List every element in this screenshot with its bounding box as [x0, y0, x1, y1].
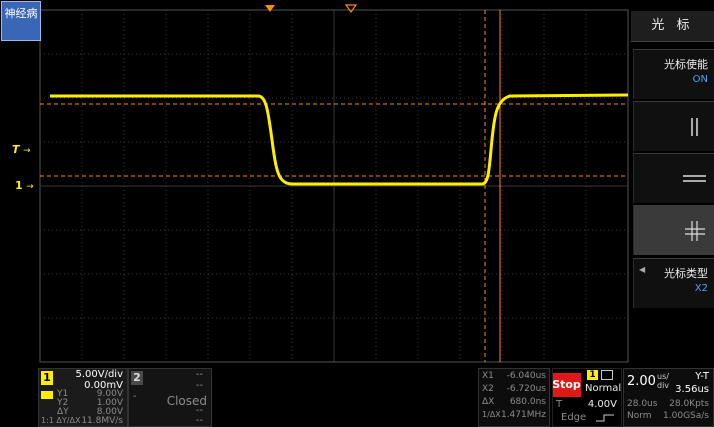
- channel1-marker-arrow: →: [26, 182, 34, 192]
- timebase-scale: 2.00: [627, 374, 656, 389]
- inv-dx-value: 1.471MHz: [500, 410, 546, 420]
- x1-value: -6.040us: [506, 371, 546, 381]
- channel1-coupling-icon: [41, 391, 53, 399]
- channel2-badge: 2: [131, 371, 143, 385]
- cursor-enable-value: ON: [692, 74, 708, 85]
- channel2-line1: --: [195, 369, 203, 380]
- x1-label: X1: [482, 371, 494, 381]
- timebase-unit-bottom: div: [657, 381, 670, 390]
- center-position-icon: [344, 4, 358, 14]
- cursor-vertical-button[interactable]: [633, 101, 714, 151]
- rising-edge-icon: [596, 414, 614, 422]
- trigger-source-badge: 1: [587, 370, 598, 380]
- x2-label: X2: [482, 384, 494, 394]
- acquire-mode: Norm: [627, 411, 652, 421]
- trigger-position-icon: [265, 5, 275, 12]
- trigger-level: 4.00V: [587, 399, 617, 410]
- cursor-type-button[interactable]: ◀ 光标类型 X2: [633, 258, 714, 308]
- graticule: [39, 9, 629, 363]
- status-bar: 1 5.00V/div 0.00mV Y1 9.00V Y2 1.00V ΔY …: [0, 368, 714, 427]
- menu-title: 光 标: [631, 11, 714, 42]
- channel2-line2: --: [195, 380, 203, 391]
- channel1-trace: [50, 93, 629, 186]
- channel1-marker-label: 1: [15, 179, 23, 192]
- cursor-type-value: X2: [694, 283, 708, 294]
- time-value: 3.56us: [675, 384, 709, 395]
- timebase-panel[interactable]: 2.00 us/ div Y-T 3.56us 28.0us 28.0Kpts …: [623, 368, 714, 427]
- vertical-cursor-icon: [691, 118, 698, 136]
- display-mode: Y-T: [695, 371, 709, 382]
- sample-rate: 1.00GSa/s: [663, 411, 709, 421]
- channel1-badge: 1: [41, 371, 53, 385]
- dx-value: 680.0ns: [509, 397, 546, 407]
- trigger-panel[interactable]: 1 Normal T 4.00V Edge: [552, 368, 622, 427]
- memory-depth: 28.0Kpts: [669, 399, 709, 409]
- cursor-horizontal-button[interactable]: [633, 153, 714, 203]
- cursor-type-label: 光标类型: [664, 267, 708, 280]
- ratio-value: 11.8MV/s: [81, 416, 123, 426]
- trigger-settings-icon: [601, 370, 613, 380]
- waveform-display[interactable]: [0, 0, 630, 368]
- horizontal-cursor-icon: [683, 175, 706, 182]
- cursor-enable-label: 光标使能: [664, 58, 708, 71]
- timebase-delay: 28.0us: [627, 399, 658, 409]
- logo: 神经病: [1, 1, 41, 41]
- channel1-offset-marker[interactable]: 1 →: [15, 179, 34, 192]
- cursor-menu: 光 标 光标使能 ON ◀ 光标类型 X2: [631, 11, 714, 368]
- channel2-line4: --: [195, 415, 203, 426]
- channel2-panel[interactable]: 2 -- -- - Closed -- --: [128, 368, 212, 427]
- ratio-label: 1:1 ΔY/ΔX: [41, 416, 81, 425]
- trigger-type: Edge: [561, 412, 587, 423]
- cursor-readout: X1 -6.040us X2 -6.720us ΔX 680.0ns 1/ΔX …: [478, 368, 550, 427]
- trigger-marker-arrow: →: [23, 146, 31, 156]
- cursor-enable-button[interactable]: 光标使能 ON: [633, 49, 714, 99]
- channel2-dash-left: -: [133, 391, 137, 402]
- trigger-mode: Normal: [585, 383, 622, 394]
- channel1-panel[interactable]: 1 5.00V/div 0.00mV Y1 9.00V Y2 1.00V ΔY …: [38, 368, 128, 427]
- trigger-marker-label: T: [12, 143, 20, 156]
- x2-value: -6.720us: [506, 384, 546, 394]
- top-markers: [265, 4, 358, 14]
- trigger-t-label: T: [556, 399, 563, 410]
- channel1-scale: 5.00V/div: [75, 369, 123, 380]
- logo-text: 神经病: [4, 7, 38, 20]
- dx-label: ΔX: [482, 397, 495, 407]
- channel1-waveform: [50, 93, 629, 186]
- cross-cursor-icon: [685, 221, 705, 241]
- trigger-level-marker[interactable]: T →: [12, 143, 31, 156]
- submenu-arrow-icon: ◀: [639, 265, 646, 274]
- timebase-unit-top: us/: [657, 372, 669, 381]
- cursor-cross-button[interactable]: [633, 205, 714, 255]
- inv-dx-label: 1/ΔX: [482, 410, 501, 419]
